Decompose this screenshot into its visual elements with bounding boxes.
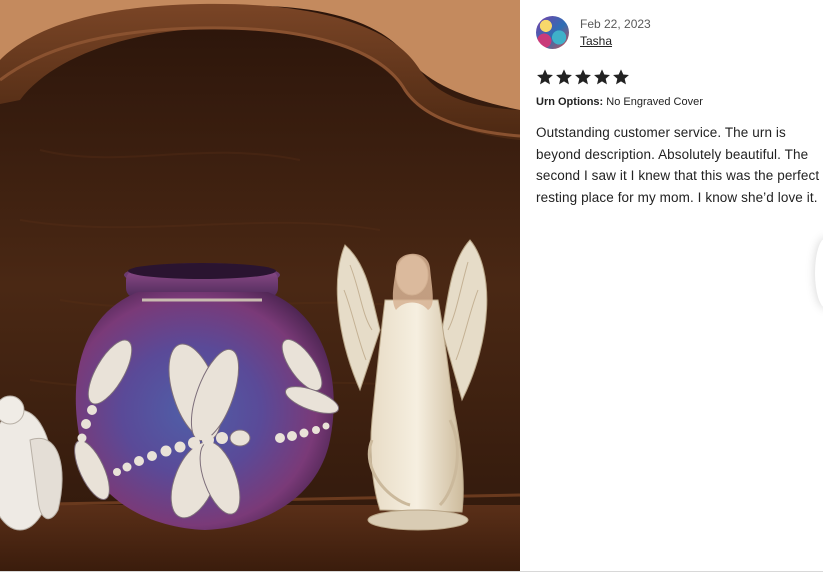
reviewer-name-link[interactable]: Tasha xyxy=(580,34,612,48)
review-photo[interactable] xyxy=(0,0,520,572)
review-panel: Feb 22, 2023 Tasha Urn Options: No Engra… xyxy=(520,0,823,572)
star-rating xyxy=(536,68,630,86)
review-options: Urn Options: No Engraved Cover xyxy=(536,95,703,109)
star-icon xyxy=(555,68,573,86)
star-icon xyxy=(536,68,554,86)
next-arrow-edge[interactable] xyxy=(815,238,823,308)
review-date: Feb 22, 2023 xyxy=(580,17,651,31)
reviewer-avatar[interactable] xyxy=(536,16,569,49)
review-text: Outstanding customer service. The urn is… xyxy=(536,125,820,205)
star-icon xyxy=(593,68,611,86)
review-photo-image xyxy=(0,0,520,572)
options-label: Urn Options: xyxy=(536,96,604,108)
options-value: No Engraved Cover xyxy=(606,96,703,108)
star-icon xyxy=(612,68,630,86)
star-icon xyxy=(574,68,592,86)
